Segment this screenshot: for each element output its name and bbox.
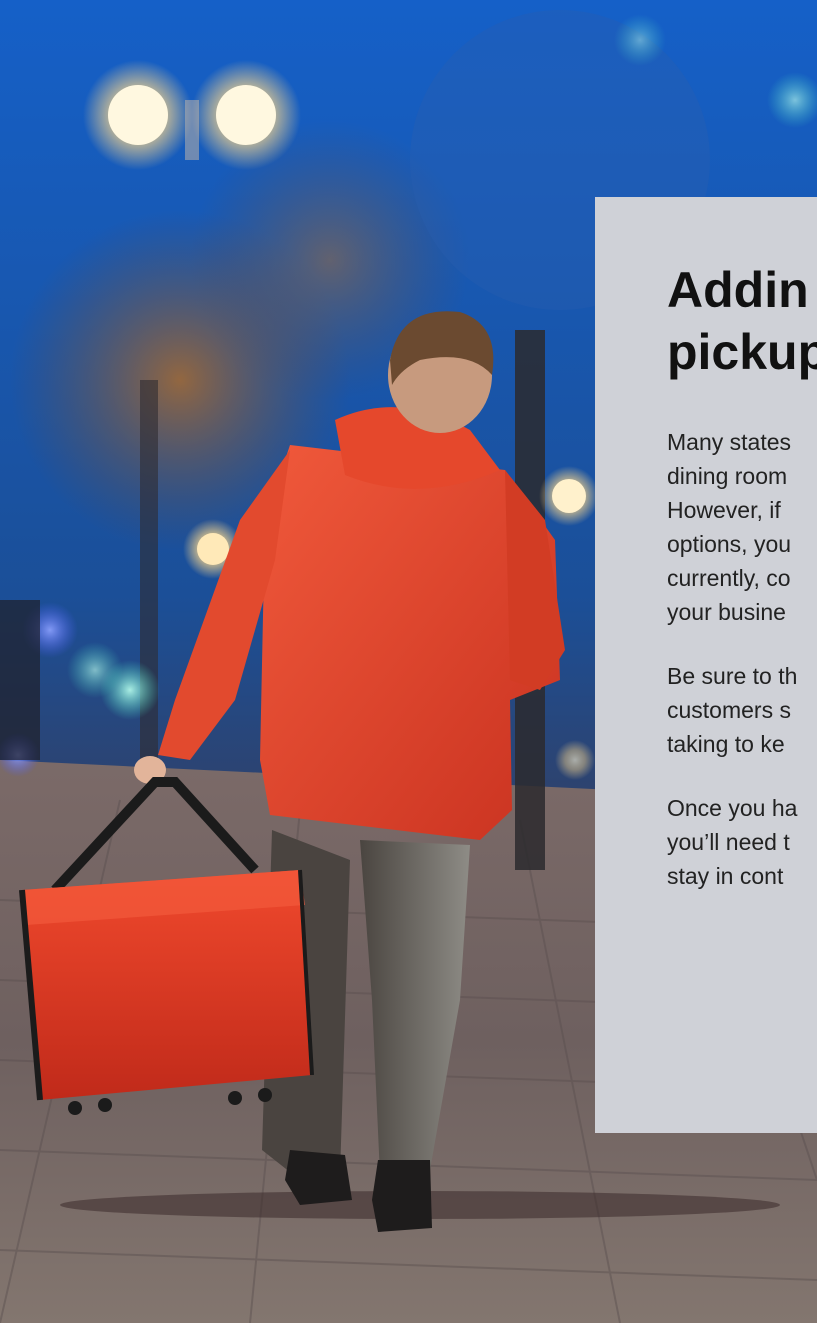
card-paragraph: Once you ha you’ll need t stay in cont [667,795,798,889]
card-title: Addin pickup [667,262,817,380]
card-paragraph: Be sure to th customers s taking to ke [667,663,798,757]
card-inner: Addin pickup Many states dining room How… [667,259,817,923]
card-body: Many states dining room However, if opti… [667,425,817,893]
content-card: Addin pickup Many states dining room How… [595,197,817,1133]
page: Addin pickup Many states dining room How… [0,0,817,1323]
card-paragraph: Many states dining room However, if opti… [667,429,792,625]
